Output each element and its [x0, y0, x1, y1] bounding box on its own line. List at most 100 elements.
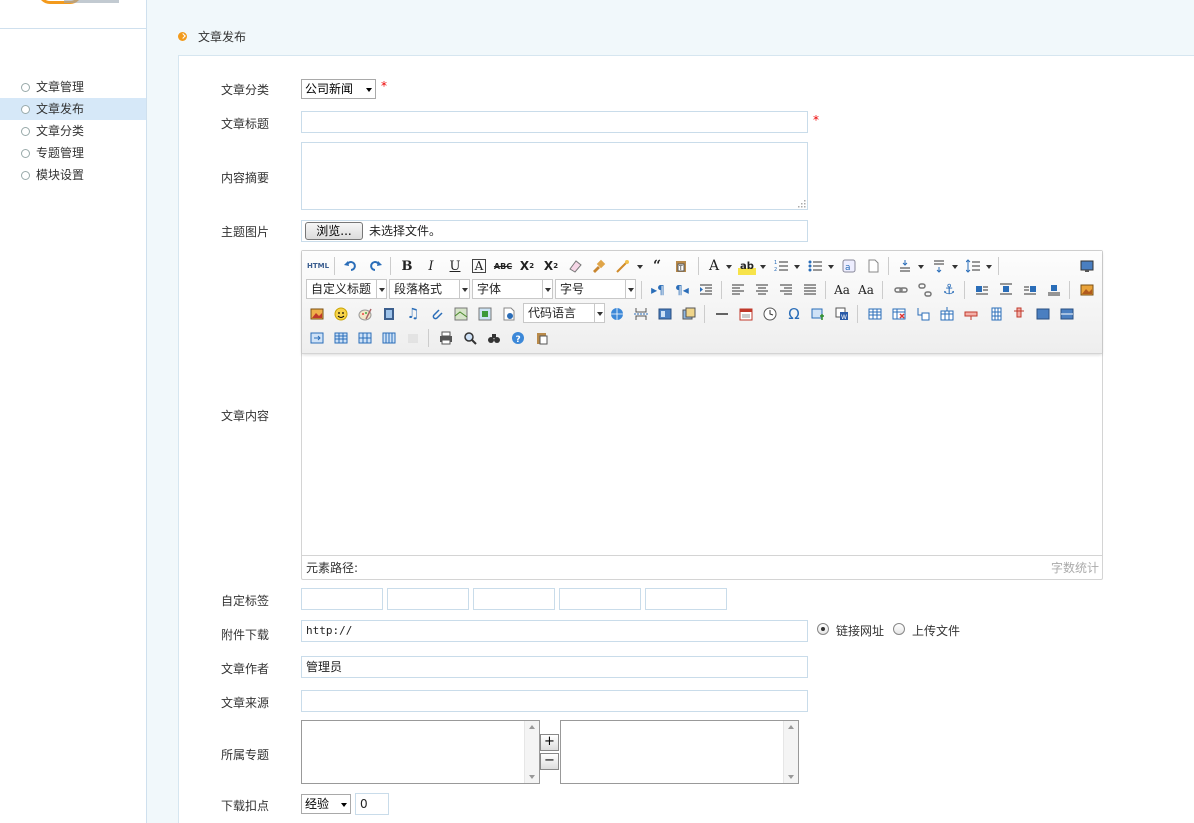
- template-icon[interactable]: [656, 305, 674, 323]
- chevron-down-icon[interactable]: [828, 265, 834, 269]
- split-to-cols-icon[interactable]: [380, 329, 398, 347]
- merge-cells-icon[interactable]: [1034, 305, 1052, 323]
- chevron-down-icon[interactable]: [794, 265, 800, 269]
- eraser-icon[interactable]: [566, 257, 584, 275]
- rtl-icon[interactable]: ¶◂: [673, 281, 691, 299]
- preview-icon[interactable]: [461, 329, 479, 347]
- html-source-button[interactable]: HTML: [307, 257, 329, 275]
- align-justify-icon[interactable]: [801, 281, 819, 299]
- scroll-down-icon[interactable]: [788, 775, 794, 779]
- scrollbar[interactable]: [783, 721, 798, 783]
- align-center-icon[interactable]: [753, 281, 771, 299]
- chevron-down-icon[interactable]: [918, 265, 924, 269]
- merge-down-icon[interactable]: [332, 329, 350, 347]
- attachment-icon[interactable]: [428, 305, 446, 323]
- sidebar-item-article-manage[interactable]: 文章管理: [0, 76, 146, 98]
- print-icon[interactable]: [437, 329, 455, 347]
- paste-text-icon[interactable]: T: [672, 257, 690, 275]
- image-right-icon[interactable]: [1021, 281, 1039, 299]
- google-map-icon[interactable]: [476, 305, 494, 323]
- row-spacing-bottom-icon[interactable]: [930, 257, 948, 275]
- to-uppercase-icon[interactable]: Aa: [833, 281, 851, 299]
- page-break-icon[interactable]: [632, 305, 650, 323]
- draft-icon[interactable]: [533, 329, 551, 347]
- ordered-list-icon[interactable]: 12: [772, 257, 790, 275]
- align-right-icon[interactable]: [777, 281, 795, 299]
- topic-available-list[interactable]: [301, 720, 540, 784]
- insert-frame-icon[interactable]: [500, 305, 518, 323]
- align-left-icon[interactable]: [729, 281, 747, 299]
- sidebar-item-article-publish[interactable]: 文章发布: [0, 98, 146, 120]
- search-replace-icon[interactable]: [485, 329, 503, 347]
- background-color-icon[interactable]: ab: [738, 257, 756, 275]
- snap-screen-icon[interactable]: [809, 305, 827, 323]
- background-icon[interactable]: [680, 305, 698, 323]
- insert-paragraph-before-table-icon[interactable]: [914, 305, 932, 323]
- strikethrough-icon[interactable]: ABC: [494, 257, 512, 275]
- topic-selected-list[interactable]: [560, 720, 799, 784]
- browse-button[interactable]: 浏览...: [305, 222, 363, 240]
- chevron-down-icon[interactable]: [726, 265, 732, 269]
- tag-input-5[interactable]: [645, 588, 727, 610]
- font-size-select[interactable]: 字号: [555, 279, 636, 299]
- tag-input-3[interactable]: [473, 588, 555, 610]
- insert-image-icon[interactable]: [1078, 281, 1096, 299]
- row-spacing-top-icon[interactable]: [896, 257, 914, 275]
- music-icon[interactable]: ♫: [404, 305, 422, 323]
- link-url-radio[interactable]: [817, 623, 829, 635]
- ltr-icon[interactable]: ▸¶: [649, 281, 667, 299]
- to-lowercase-icon[interactable]: Aa: [857, 281, 875, 299]
- underline-icon[interactable]: U: [446, 257, 464, 275]
- author-input[interactable]: 管理员: [301, 656, 808, 678]
- image-left-icon[interactable]: [997, 281, 1015, 299]
- upload-file-radio[interactable]: [893, 623, 905, 635]
- word-image-icon[interactable]: W: [833, 305, 851, 323]
- emotion-icon[interactable]: [332, 305, 350, 323]
- unordered-list-icon[interactable]: [806, 257, 824, 275]
- paragraph-format-select[interactable]: 段落格式: [389, 279, 470, 299]
- insert-row-icon[interactable]: [938, 305, 956, 323]
- font-family-select[interactable]: 字体: [472, 279, 553, 299]
- fullscreen-icon[interactable]: [1078, 257, 1096, 275]
- split-to-rows-icon[interactable]: [356, 329, 374, 347]
- horizontal-rule-icon[interactable]: [713, 305, 731, 323]
- scrawl-icon[interactable]: [356, 305, 374, 323]
- tag-input-4[interactable]: [559, 588, 641, 610]
- time-icon[interactable]: [761, 305, 779, 323]
- chevron-down-icon[interactable]: [986, 265, 992, 269]
- map-icon[interactable]: [452, 305, 470, 323]
- chevron-down-icon[interactable]: [760, 265, 766, 269]
- delete-row-icon[interactable]: [962, 305, 980, 323]
- delete-table-icon[interactable]: [890, 305, 908, 323]
- italic-icon[interactable]: I: [422, 257, 440, 275]
- sidebar-item-module-settings[interactable]: 模块设置: [0, 164, 146, 186]
- image-none-icon[interactable]: [973, 281, 991, 299]
- tag-input-2[interactable]: [387, 588, 469, 610]
- blockquote-icon[interactable]: “: [648, 257, 666, 275]
- chevron-down-icon[interactable]: [637, 265, 643, 269]
- resize-grip-icon[interactable]: [796, 198, 806, 208]
- title-input[interactable]: [301, 111, 808, 133]
- custom-heading-select[interactable]: 自定义标题: [306, 279, 387, 299]
- split-cells-icon[interactable]: [1058, 305, 1076, 323]
- font-border-icon[interactable]: A: [470, 257, 488, 275]
- subscript-icon[interactable]: X2: [542, 257, 560, 275]
- merge-right-icon[interactable]: [308, 329, 326, 347]
- deduct-points-input[interactable]: 0: [355, 793, 389, 815]
- scroll-up-icon[interactable]: [788, 725, 794, 729]
- add-topic-button[interactable]: +: [540, 734, 559, 751]
- chevron-down-icon[interactable]: [952, 265, 958, 269]
- image-center-icon[interactable]: [1045, 281, 1063, 299]
- web-image-icon[interactable]: [608, 305, 626, 323]
- code-language-select[interactable]: 代码语言: [523, 303, 605, 323]
- redo-icon[interactable]: [366, 257, 384, 275]
- line-height-icon[interactable]: [964, 257, 982, 275]
- insert-video-icon[interactable]: [380, 305, 398, 323]
- sidebar-item-topic-manage[interactable]: 专题管理: [0, 142, 146, 164]
- new-document-icon[interactable]: [864, 257, 882, 275]
- remove-topic-button[interactable]: −: [540, 753, 559, 770]
- anchor-text-icon[interactable]: a: [840, 257, 858, 275]
- bold-icon[interactable]: B: [398, 257, 416, 275]
- link-icon[interactable]: [892, 281, 910, 299]
- auto-format-icon[interactable]: [614, 257, 632, 275]
